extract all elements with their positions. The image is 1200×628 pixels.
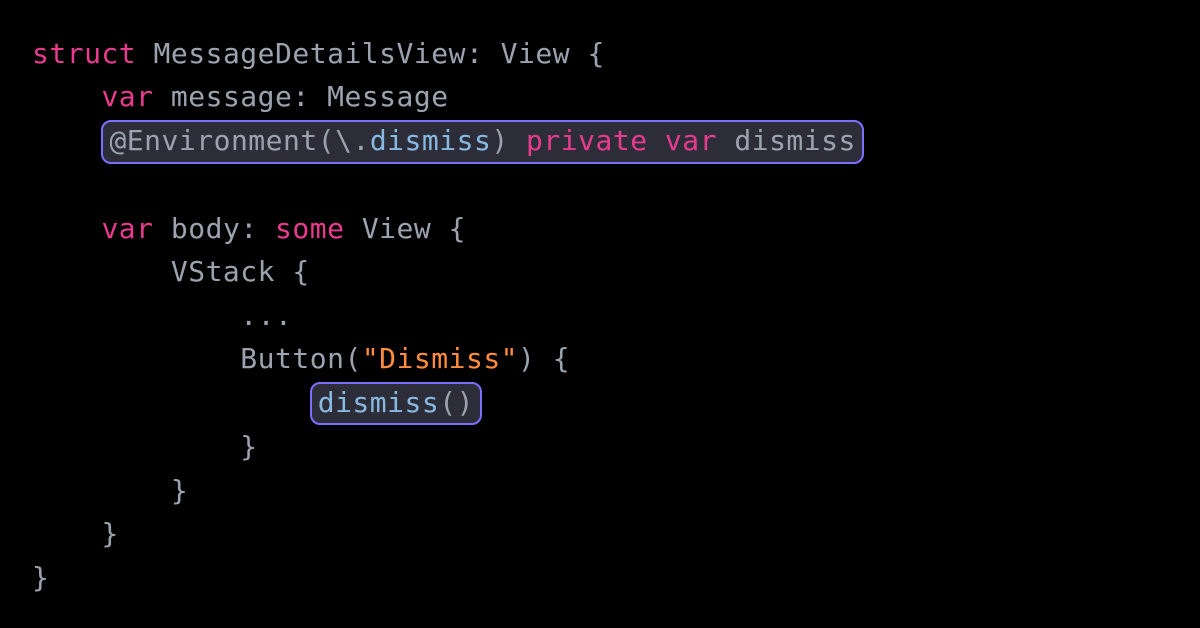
line-11: } [32,517,119,550]
keyword-struct: struct [32,37,136,70]
type-name: Message [327,80,449,113]
var-name: dismiss [734,124,856,157]
keyword-private: private [526,124,648,157]
brace-open: { [449,212,466,245]
paren-open: ( [318,124,335,157]
var-name: message [171,80,293,113]
highlight-environment: @Environment(\.dismiss) private var dism… [101,120,863,164]
line-12: } [32,561,49,594]
keyword-var: var [101,80,153,113]
line-9: } [32,430,258,463]
brace-open: { [553,342,570,375]
env-wrapper: Environment [127,124,318,157]
line-10: } [32,474,188,507]
keyword-var: var [665,124,717,157]
colon: : [240,212,257,245]
colon: : [466,37,483,70]
code-block: struct MessageDetailsView: View { var me… [32,32,1168,599]
var-name: body [171,212,240,245]
type-name: View [362,212,431,245]
paren-open: ( [439,386,456,419]
line-4: var body: some View { [32,212,466,245]
line-8: dismiss() [32,386,482,419]
paren-close: ) [457,386,474,419]
brace-open: { [292,255,309,288]
string-literal: "Dismiss" [362,342,518,375]
dot: . [352,124,369,157]
at-sign: @ [109,124,126,157]
line-5: VStack { [32,255,310,288]
brace-close: } [101,517,118,550]
paren-close: ) [491,124,508,157]
protocol: View [501,37,570,70]
line-3: @Environment(\.dismiss) private var dism… [32,124,864,157]
vstack: VStack [171,255,275,288]
colon: : [292,80,309,113]
line-1: struct MessageDetailsView: View { [32,37,605,70]
backslash: \ [335,124,352,157]
brace-open: { [587,37,604,70]
highlight-dismiss-call: dismiss() [310,382,482,426]
brace-close: } [32,561,49,594]
brace-close: } [240,430,257,463]
paren-close: ) [518,342,535,375]
keyword-var: var [101,212,153,245]
paren-open: ( [344,342,361,375]
button: Button [240,342,344,375]
ellipsis: ... [240,299,292,332]
line-6: ... [32,299,292,332]
type-name: MessageDetailsView [154,37,466,70]
keyword-some: some [275,212,344,245]
dismiss-call: dismiss [318,386,440,419]
line-2: var message: Message [32,80,449,113]
brace-close: } [171,474,188,507]
env-key: dismiss [370,124,492,157]
line-7: Button("Dismiss") { [32,342,570,375]
